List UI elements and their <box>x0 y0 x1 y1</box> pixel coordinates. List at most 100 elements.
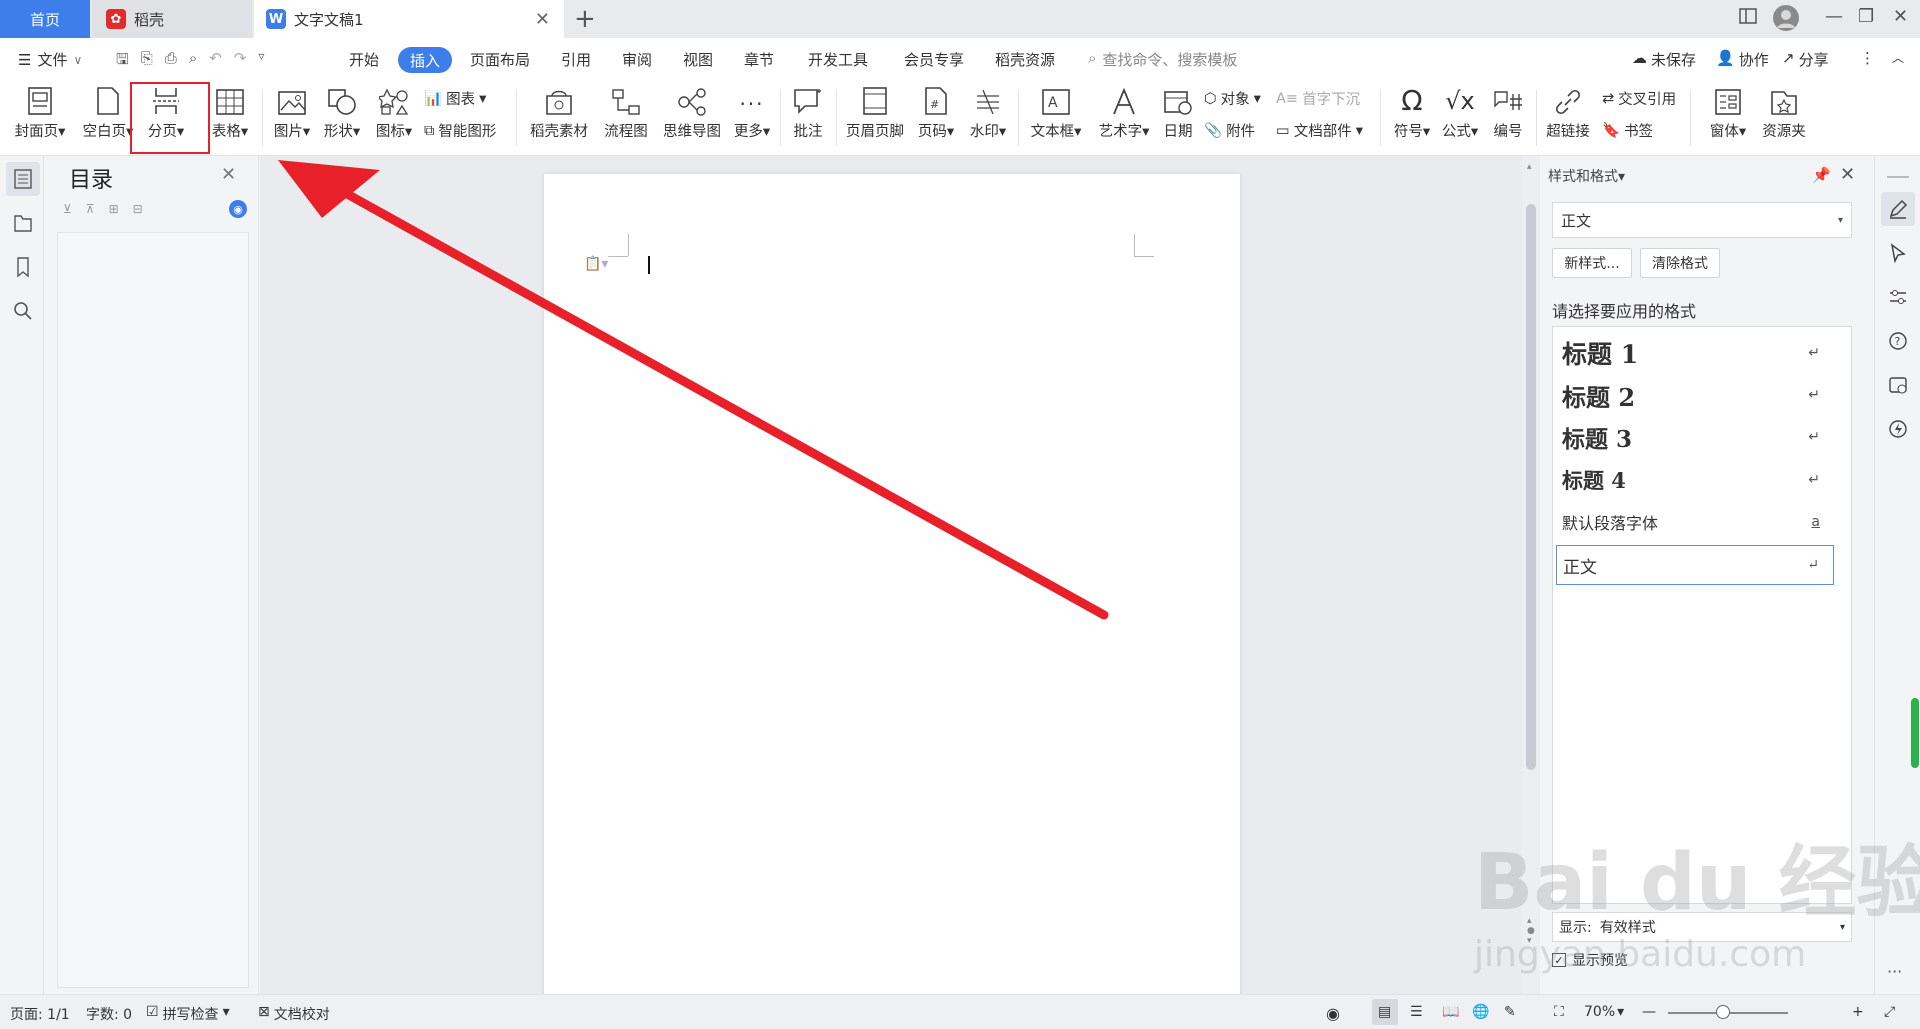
style-default-font[interactable]: 默认段落字体 a <box>1556 505 1834 539</box>
restore-icon[interactable]: ❐ <box>1858 6 1874 27</box>
preview-icon[interactable]: ⌕ <box>189 49 197 74</box>
fit-page-icon[interactable]: ⛶ <box>1554 1004 1564 1020</box>
outline-view-icon[interactable]: ☰ <box>1410 1004 1423 1020</box>
cover-page-button[interactable]: 封面页▾ <box>10 82 70 141</box>
menu-daoke-resources[interactable]: 稻壳资源 <box>995 49 1055 70</box>
page-view-icon[interactable]: ▤ <box>1378 1004 1391 1020</box>
proofread-button[interactable]: ⊠ 文档校对 <box>258 1004 330 1024</box>
select-cursor-icon[interactable] <box>1887 242 1909 264</box>
remove-level-icon[interactable]: ⊟ <box>133 202 143 216</box>
close-icon[interactable]: ✕ <box>221 164 236 185</box>
header-footer-button[interactable]: 页眉页脚 <box>842 82 908 141</box>
backup-icon[interactable] <box>1887 374 1909 396</box>
style-body-text[interactable]: 正文 ↵ <box>1556 545 1834 585</box>
export-icon[interactable]: ⎘ <box>141 49 153 74</box>
customize-icon[interactable]: ▿ <box>258 49 264 74</box>
collapse-icon[interactable]: ⊼ <box>86 202 95 216</box>
more-button[interactable]: ··· 更多▾ <box>722 82 782 141</box>
chapter-nav-icon[interactable] <box>12 212 34 234</box>
bookmark-button[interactable]: 🔖 书签 <box>1602 120 1653 141</box>
style-heading-2[interactable]: 标题 2 ↵ <box>1556 376 1834 414</box>
textbox-button[interactable]: A 文本框▾ <box>1026 82 1086 141</box>
save-icon[interactable]: 🖫 <box>116 49 129 74</box>
spell-check-button[interactable]: ☑ 拼写检查 ▾ <box>146 1004 230 1024</box>
layout-icon[interactable] <box>1738 6 1758 26</box>
expand-icon[interactable]: ⊻ <box>63 202 72 216</box>
print-icon[interactable]: ⎙ <box>165 49 177 74</box>
avatar[interactable] <box>1772 4 1800 32</box>
styles-pen-icon[interactable] <box>1887 198 1909 220</box>
menu-insert[interactable]: 插入 <box>398 47 452 73</box>
menu-chapter[interactable]: 章节 <box>744 49 774 70</box>
date-button[interactable]: 日期 <box>1148 82 1208 141</box>
page-number-button[interactable]: # 页码▾ <box>906 82 966 141</box>
collapse-ribbon-icon[interactable]: ︿ <box>1892 49 1904 66</box>
zoom-out-icon[interactable]: — <box>1642 1004 1656 1020</box>
zoom-select[interactable]: 70% ▾ <box>1584 1004 1624 1020</box>
style-heading-1[interactable]: 标题 1 ↵ <box>1556 334 1834 372</box>
tab-home[interactable]: 首页 <box>0 0 90 38</box>
adjust-sliders-icon[interactable] <box>1887 286 1909 308</box>
web-view-icon[interactable]: 🌐 <box>1472 1004 1489 1020</box>
search-nav-icon[interactable] <box>12 300 34 322</box>
page-indicator[interactable]: 页面: 1/1 <box>10 1004 70 1024</box>
daoke-material-button[interactable]: 稻壳素材 <box>528 82 590 141</box>
doc-parts-button[interactable]: ▭ 文档部件 ▾ <box>1276 120 1363 141</box>
hyperlink-button[interactable]: 超链接 <box>1538 82 1598 141</box>
collab-button[interactable]: 👤 协作 <box>1716 49 1769 70</box>
toc-icon[interactable] <box>12 168 34 190</box>
menu-review[interactable]: 审阅 <box>622 49 652 70</box>
document-page[interactable]: 📋▾ <box>544 174 1240 1004</box>
menu-page-layout[interactable]: 页面布局 <box>470 49 530 70</box>
minimize-icon[interactable]: — <box>1825 6 1843 27</box>
tab-daoke[interactable]: ✿ 稻壳 <box>92 0 252 38</box>
reading-view-icon[interactable]: 📖 <box>1442 1004 1459 1020</box>
zoom-in-icon[interactable]: + <box>1852 1004 1864 1020</box>
shape-button[interactable]: 形状▾ <box>312 82 372 141</box>
smart-toc-icon[interactable]: ◉ <box>229 200 247 218</box>
resource-folder-button[interactable]: 资源夹 <box>1752 82 1816 141</box>
blank-page-button[interactable]: 空白页▾ <box>78 82 138 141</box>
new-style-button[interactable]: 新样式... <box>1552 248 1632 278</box>
close-icon[interactable]: ✕ <box>1840 164 1855 185</box>
icon-button[interactable]: 图标▾ <box>364 82 424 141</box>
close-tab-icon[interactable]: ✕ <box>535 9 550 30</box>
menu-developer[interactable]: 开发工具 <box>808 49 868 70</box>
numbering-button[interactable]: 编号 <box>1478 82 1538 141</box>
command-search[interactable]: ⌕ 查找命令、搜索模板 <box>1088 49 1237 70</box>
help-icon[interactable]: ? <box>1887 330 1909 352</box>
paste-options-icon[interactable]: 📋▾ <box>584 256 608 272</box>
chart-button[interactable]: 📊 图表 ▾ <box>424 88 486 109</box>
share-button[interactable]: ↗ 分享 <box>1782 49 1829 70</box>
comment-button[interactable]: 批注 <box>778 82 838 141</box>
scroll-thumb[interactable] <box>1526 204 1536 770</box>
wordart-button[interactable]: 艺术字▾ <box>1094 82 1154 141</box>
zoom-slider-thumb[interactable] <box>1716 1005 1730 1019</box>
menu-start[interactable]: 开始 <box>349 49 379 70</box>
table-button[interactable]: 表格▾ <box>200 82 260 141</box>
menu-view[interactable]: 视图 <box>683 49 713 70</box>
styles-pane-title[interactable]: 样式和格式▾ <box>1548 166 1625 186</box>
lightning-icon[interactable] <box>1887 418 1909 440</box>
menu-member[interactable]: 会员专享 <box>904 49 964 70</box>
tab-document[interactable]: W 文字文稿1 ✕ <box>254 0 564 38</box>
flowchart-button[interactable]: 流程图 <box>596 82 656 141</box>
attachment-button[interactable]: 📎 附件 <box>1204 120 1255 141</box>
file-menu[interactable]: ☰ 文件 ∨ <box>18 49 82 70</box>
more-menu-icon[interactable]: ⋮ <box>1860 49 1875 67</box>
more-icon[interactable]: ··· <box>1887 962 1902 981</box>
crossref-button[interactable]: ⇄ 交叉引用 <box>1602 88 1676 109</box>
fullscreen-icon[interactable]: ⤢ <box>1884 1004 1895 1020</box>
watermark-button[interactable]: 水印▾ <box>958 82 1018 141</box>
close-window-icon[interactable]: ✕ <box>1893 6 1908 27</box>
eye-protection-icon[interactable]: ◉ <box>1326 1004 1340 1023</box>
style-heading-3[interactable]: 标题 3 ↵ <box>1556 418 1834 456</box>
clear-format-button[interactable]: 清除格式 <box>1640 248 1720 278</box>
dropcap-button[interactable]: A≡ 首字下沉 <box>1276 88 1360 109</box>
mindmap-button[interactable]: 思维导图 <box>660 82 724 141</box>
undo-icon[interactable]: ↶ <box>209 49 222 74</box>
smartart-button[interactable]: ⧉ 智能图形 <box>424 120 496 141</box>
write-view-icon[interactable]: ✎ <box>1504 1004 1516 1020</box>
object-button[interactable]: ⬡ 对象 ▾ <box>1204 88 1261 109</box>
add-level-icon[interactable]: ⊞ <box>109 202 119 216</box>
